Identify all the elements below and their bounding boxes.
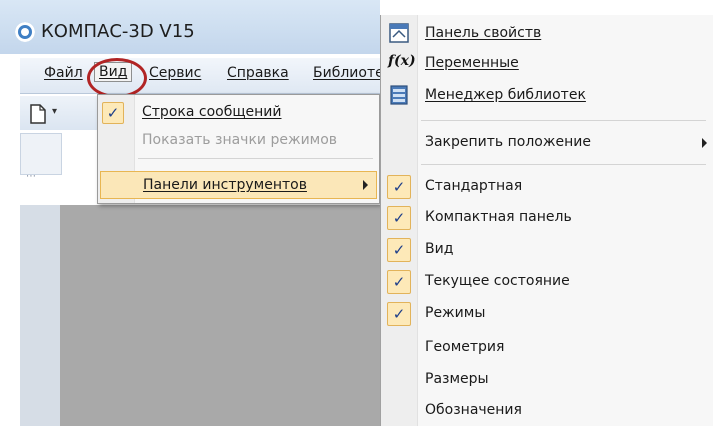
menu-item-toolbar-standard[interactable]: ✓ Стандартная xyxy=(381,172,713,202)
check-icon: ✓ xyxy=(102,102,124,124)
new-document-icon[interactable] xyxy=(30,104,46,124)
menu-item-toolbar-geometry[interactable]: Геометрия xyxy=(381,333,713,363)
menu-item-toolbar-compact[interactable]: ✓ Компактная панель xyxy=(381,203,713,233)
menu-item-dock-position[interactable]: Закрепить положение xyxy=(381,128,713,158)
check-icon: ✓ xyxy=(387,175,411,199)
menu-item-label: Строка сообщений xyxy=(142,104,282,120)
menu-item-variables[interactable]: f(x) Переменные xyxy=(381,49,713,79)
compact-panel xyxy=(20,133,62,175)
menu-item-label: Текущее состояние xyxy=(425,273,570,289)
view-menu-dropdown: ✓ Строка сообщений Показать значки режим… xyxy=(97,94,380,204)
submenu-arrow-icon xyxy=(702,138,707,148)
menu-item-toolbar-dimensions[interactable]: Размеры xyxy=(381,365,713,395)
menu-item-label: Переменные xyxy=(425,55,519,71)
fx-icon: f(x) xyxy=(388,53,416,69)
toolbars-submenu: Панель свойств f(x) Переменные Менеджер … xyxy=(380,15,713,426)
menu-item-properties-panel[interactable]: Панель свойств xyxy=(381,19,713,49)
kompas-logo-icon xyxy=(15,22,35,42)
menu-item-label: Обозначения xyxy=(425,402,522,418)
menu-separator xyxy=(421,120,706,121)
menu-item-toolbar-modes[interactable]: ✓ Режимы xyxy=(381,299,713,329)
menu-file[interactable]: Файл xyxy=(44,65,83,81)
menu-item-label: Геометрия xyxy=(425,339,505,355)
menu-separator xyxy=(138,158,373,159)
panel-grip-icon[interactable]: ⋯ xyxy=(26,171,37,182)
menu-item-toolbars[interactable]: Панели инструментов xyxy=(100,171,377,199)
menu-item-label: Закрепить положение xyxy=(425,134,591,150)
menu-service[interactable]: Сервис xyxy=(149,65,201,81)
menu-item-toolbar-current-state[interactable]: ✓ Текущее состояние xyxy=(381,267,713,297)
menu-item-label: Панель свойств xyxy=(425,25,542,41)
check-icon: ✓ xyxy=(387,206,411,230)
standard-toolbar: ▾ xyxy=(20,96,100,130)
menu-bar: Файл Вид Сервис Справка Библиоте xyxy=(20,58,384,94)
title-bar: КОМПАС-3D V15 xyxy=(0,0,380,54)
menu-item-label: Размеры xyxy=(425,371,489,387)
menu-item-label: Показать значки режимов xyxy=(142,132,338,148)
check-icon: ✓ xyxy=(387,270,411,294)
library-manager-icon xyxy=(390,85,408,105)
menu-item-toolbar-view[interactable]: ✓ Вид xyxy=(381,235,713,265)
menu-help[interactable]: Справка xyxy=(227,65,289,81)
menu-library[interactable]: Библиоте xyxy=(313,65,384,81)
drawing-area[interactable] xyxy=(60,205,380,426)
chevron-down-icon[interactable]: ▾ xyxy=(52,106,57,117)
window-title: КОМПАС-3D V15 xyxy=(41,21,195,42)
menu-separator xyxy=(421,164,706,165)
menu-item-label: Компактная панель xyxy=(425,209,572,225)
menu-item-label: Менеджер библиотек xyxy=(425,87,586,103)
menu-item-label: Вид xyxy=(425,241,454,257)
menu-item-toolbar-designations[interactable]: Обозначения xyxy=(381,396,713,426)
menu-item-show-mode-icons: Показать значки режимов xyxy=(98,127,379,155)
menu-item-label: Панели инструментов xyxy=(143,177,307,193)
menu-item-message-bar[interactable]: ✓ Строка сообщений xyxy=(98,99,379,127)
check-icon: ✓ xyxy=(387,302,411,326)
properties-panel-icon xyxy=(389,23,409,43)
check-icon: ✓ xyxy=(387,238,411,262)
menu-item-label: Режимы xyxy=(425,305,486,321)
menu-item-label: Стандартная xyxy=(425,178,523,194)
submenu-arrow-icon xyxy=(363,180,368,190)
menu-item-library-manager[interactable]: Менеджер библиотек xyxy=(381,81,713,111)
side-panel xyxy=(20,205,60,426)
menu-view[interactable]: Вид xyxy=(94,62,133,82)
